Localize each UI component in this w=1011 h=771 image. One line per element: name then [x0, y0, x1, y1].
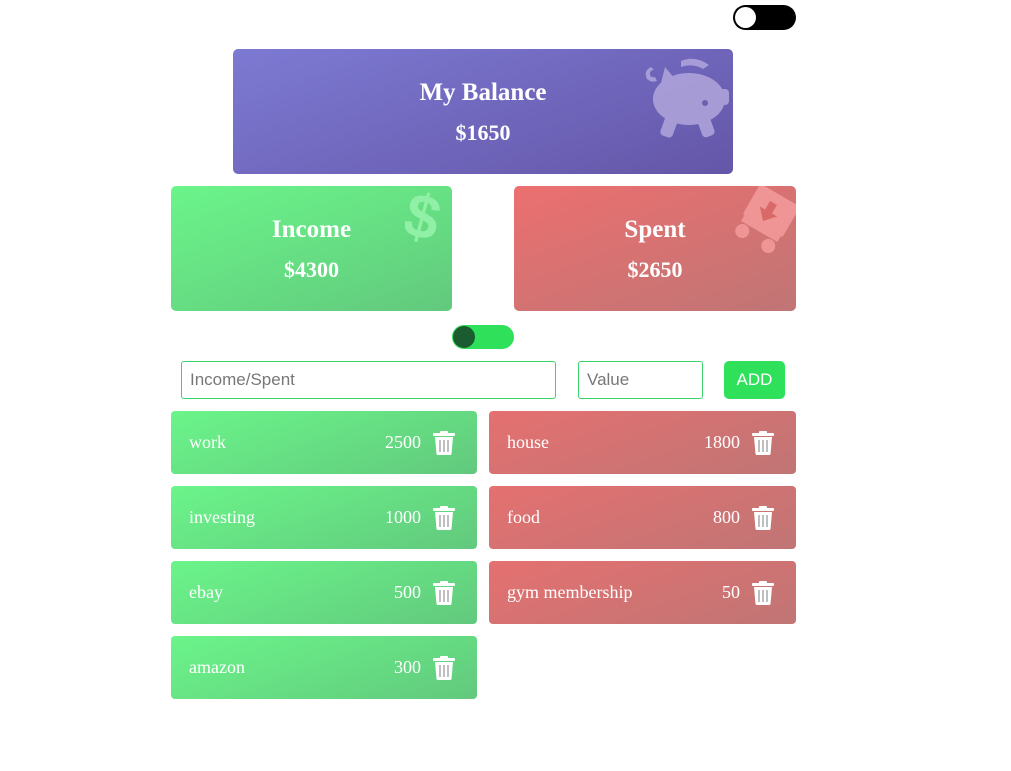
trash-icon[interactable]	[752, 430, 774, 455]
trash-icon[interactable]	[752, 505, 774, 530]
list-item: amazon 300	[171, 636, 477, 699]
list-item: house 1800	[489, 411, 796, 474]
item-value: 2500	[385, 432, 421, 452]
add-button[interactable]: ADD	[724, 361, 785, 399]
income-card: $ Income $4300	[171, 186, 452, 311]
item-name: ebay	[189, 582, 223, 602]
list-item: gym membership 50	[489, 561, 796, 624]
theme-toggle-knob	[735, 7, 756, 28]
spent-amount: $2650	[627, 256, 683, 282]
theme-toggle[interactable]	[733, 5, 796, 30]
piggy-bank-icon	[645, 58, 729, 138]
item-name: house	[507, 432, 549, 452]
value-input[interactable]	[578, 361, 703, 399]
item-name: gym membership	[507, 582, 633, 602]
trash-icon[interactable]	[433, 430, 455, 455]
trash-icon[interactable]	[433, 655, 455, 680]
list-item: investing 1000	[171, 486, 477, 549]
item-name: food	[507, 507, 540, 527]
balance-amount: $1650	[455, 119, 511, 145]
item-name: work	[189, 432, 226, 452]
trash-icon[interactable]	[433, 505, 455, 530]
balance-card: My Balance $1650	[233, 49, 733, 174]
item-value: 300	[394, 657, 421, 677]
spent-card: Spent $2650	[514, 186, 796, 311]
svg-text:$: $	[405, 188, 448, 248]
item-value: 1800	[704, 432, 740, 452]
balance-title: My Balance	[419, 78, 547, 106]
trash-icon[interactable]	[752, 580, 774, 605]
income-spent-toggle[interactable]	[452, 325, 514, 349]
spent-title: Spent	[624, 215, 686, 243]
item-value: 500	[394, 582, 421, 602]
list-item: work 2500	[171, 411, 477, 474]
income-amount: $4300	[284, 256, 339, 282]
income-title: Income	[271, 215, 352, 243]
list-item: ebay 500	[171, 561, 477, 624]
income-spent-input[interactable]	[181, 361, 556, 399]
item-name: investing	[189, 507, 255, 527]
item-name: amazon	[189, 657, 245, 677]
dollar-sign-icon: $	[405, 188, 448, 248]
income-spent-toggle-knob	[453, 326, 475, 348]
item-value: 800	[713, 507, 740, 527]
item-value: 1000	[385, 507, 421, 527]
list-item: food 800	[489, 486, 796, 549]
trash-icon[interactable]	[433, 580, 455, 605]
cart-arrow-down-icon	[735, 186, 796, 253]
item-value: 50	[722, 582, 740, 602]
